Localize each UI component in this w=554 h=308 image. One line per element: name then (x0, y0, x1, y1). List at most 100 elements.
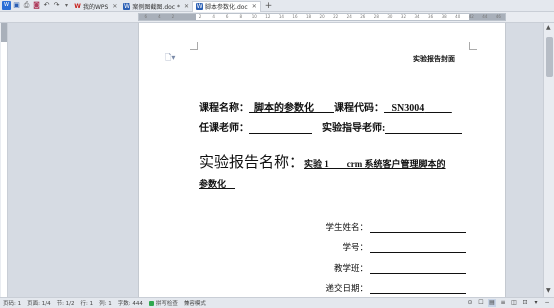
customize-toolbar-icon[interactable]: ▾ (62, 1, 71, 10)
ruler-tick: 16 (292, 14, 298, 19)
class-label: 教学班： (333, 263, 368, 273)
undo-icon[interactable]: ↶ (42, 1, 51, 10)
zoom-menu-icon[interactable]: ▾ (532, 299, 540, 307)
ruler-tick: 42 (468, 14, 474, 19)
tab-label: 我的WPS (83, 3, 109, 11)
ruler-strip: 6 4 2 2 4 6 8 10 12 14 16 18 20 22 24 26 28 30 32 34 36 38 40 4… (0, 12, 554, 23)
wps-menu-icon[interactable]: W (2, 1, 11, 10)
tab-my-wps[interactable]: W 我的WPS ✕ (71, 1, 120, 12)
ruler-tick: 18 (305, 14, 312, 19)
report-title-line: 实验报告名称：实验 1 crm 系统客户管理脚本的 (199, 151, 446, 172)
submit-date-label: 递交日期： (325, 283, 368, 293)
ruler-tick: 34 (414, 14, 420, 19)
ruler-tick: 26 (360, 14, 366, 19)
crop-mark (469, 42, 477, 50)
status-words[interactable]: 字数: 444 (115, 299, 146, 307)
horizontal-ruler[interactable]: 6 4 2 2 4 6 8 10 12 14 16 18 20 22 24 26 28 30 32 34 36 38 40 4… (138, 13, 506, 21)
student-id-field: 学号： (342, 241, 466, 253)
ruler-tick: 2 (198, 14, 202, 19)
teacher-blank (249, 123, 312, 134)
spell-check-icon (148, 300, 154, 306)
view-controls: ⊙ ☐ ▤ ≡ ◫ ⊡ ▾ − (466, 299, 554, 307)
page-view-icon[interactable]: ▤ (488, 299, 496, 307)
course-code-label: 课程代码： (334, 103, 384, 114)
full-screen-icon[interactable]: ⊡ (521, 299, 529, 307)
ruler-tick: 6 (144, 14, 148, 19)
ruler-tick: 4 (158, 14, 161, 19)
ruler-tick: 12 (265, 14, 271, 19)
report-title-value: 实验 1 crm 系统客户管理脚本的 (304, 159, 446, 169)
scrollbar-thumb[interactable] (546, 37, 553, 77)
status-section[interactable]: 节: 1/2 (54, 299, 78, 307)
spell-check-toggle[interactable]: 拼写检查 (146, 299, 181, 307)
ruler-tick: 20 (319, 14, 325, 19)
ruler-tick: 10 (251, 14, 257, 19)
document-page[interactable]: 🗋▾ 实验报告封面 课程名称： 脚本的参数化 课程代码： SN3004 任课老师… (138, 23, 506, 297)
ruler-tick: 36 (428, 14, 434, 19)
report-title-label: 实验报告名称： (199, 155, 305, 171)
report-title-continuation: 参数化 (199, 179, 227, 189)
save-icon[interactable]: ▣ (12, 1, 21, 10)
close-icon[interactable]: ✕ (252, 3, 257, 10)
document-icon: W (196, 3, 204, 10)
ruler-tick: 8 (239, 14, 242, 19)
tab-case-screenshot-doc[interactable]: W 案例图截图.doc * ✕ (120, 1, 192, 12)
outline-view-icon[interactable]: ≡ (499, 299, 507, 307)
ruler-tick: 6 (225, 14, 229, 19)
teacher-label: 任课老师： (199, 123, 249, 134)
new-tab-button[interactable]: + (261, 1, 277, 11)
ruler-tick: 14 (278, 14, 284, 19)
ruler-tick: 40 (455, 14, 461, 19)
tab-label: 脚本参数化.doc (205, 4, 248, 11)
protect-icon[interactable]: ⊙ (466, 299, 474, 307)
student-id-line (370, 244, 466, 253)
vertical-scrollbar[interactable]: ▲ ▼ (543, 23, 554, 297)
scroll-down-icon[interactable]: ▼ (546, 287, 551, 294)
tab-script-parameterization-doc[interactable]: W 脚本参数化.doc ✕ (192, 0, 261, 12)
instructor-blank (385, 123, 463, 134)
status-bar: 页码: 1 页面: 1/4 节: 1/2 行: 1 列: 1 字数: 444 拼… (0, 297, 554, 308)
ruler-tick: 2 (171, 14, 175, 19)
reading-view-icon[interactable]: ☐ (477, 299, 485, 307)
course-code-value: SN3004 (391, 103, 425, 114)
ruler-tick: 28 (373, 14, 379, 19)
student-name-field: 学生姓名： (325, 221, 466, 233)
status-row[interactable]: 行: 1 (78, 299, 97, 307)
ruler-tick: 30 (387, 14, 393, 19)
instructor-label: 实验指导老师: (322, 123, 386, 134)
page-menu-icon[interactable]: 🗋▾ (165, 52, 175, 66)
vertical-ruler[interactable] (0, 23, 8, 297)
close-icon[interactable]: ✕ (112, 3, 117, 10)
print-preview-icon[interactable]: ◙ (32, 1, 41, 10)
quick-access-toolbar: W ▣ ⎙ ◙ ↶ ↷ ▾ (0, 0, 71, 12)
web-view-icon[interactable]: ◫ (510, 299, 518, 307)
scroll-up-icon[interactable]: ▲ (546, 24, 551, 31)
close-icon[interactable]: ✕ (184, 3, 189, 10)
ruler-tick: 44 (482, 14, 488, 19)
status-page[interactable]: 页码: 1 (0, 299, 24, 307)
ruler-tick: 4 (212, 14, 215, 19)
ruler-tick: 32 (400, 14, 407, 19)
ruler-tick: 22 (333, 14, 339, 19)
student-name-label: 学生姓名： (325, 222, 368, 232)
tab-label: 案例图截图.doc * (132, 3, 180, 11)
crop-mark (190, 42, 198, 50)
submit-date-line (370, 285, 466, 294)
course-name-value: 脚本的参数化 (254, 103, 314, 114)
ruler-tick: 24 (346, 14, 352, 19)
wps-logo-icon: W (74, 2, 81, 10)
student-id-label: 学号： (342, 242, 368, 252)
status-col[interactable]: 列: 1 (96, 299, 115, 307)
document-icon: W (123, 2, 131, 10)
class-field: 教学班： (334, 262, 466, 274)
zoom-out-icon[interactable]: − (543, 299, 551, 307)
redo-icon[interactable]: ↷ (52, 1, 61, 10)
print-icon[interactable]: ⎙ (22, 1, 31, 10)
submit-date-field: 递交日期： (325, 282, 466, 294)
teacher-info-line: 任课老师： 实验指导老师: (199, 119, 463, 134)
spell-check-label: 拼写检查 (155, 301, 178, 307)
status-pages[interactable]: 页面: 1/4 (24, 299, 53, 307)
class-line (370, 265, 466, 274)
student-name-line (370, 224, 466, 233)
ruler-tick: 46 (495, 14, 501, 19)
